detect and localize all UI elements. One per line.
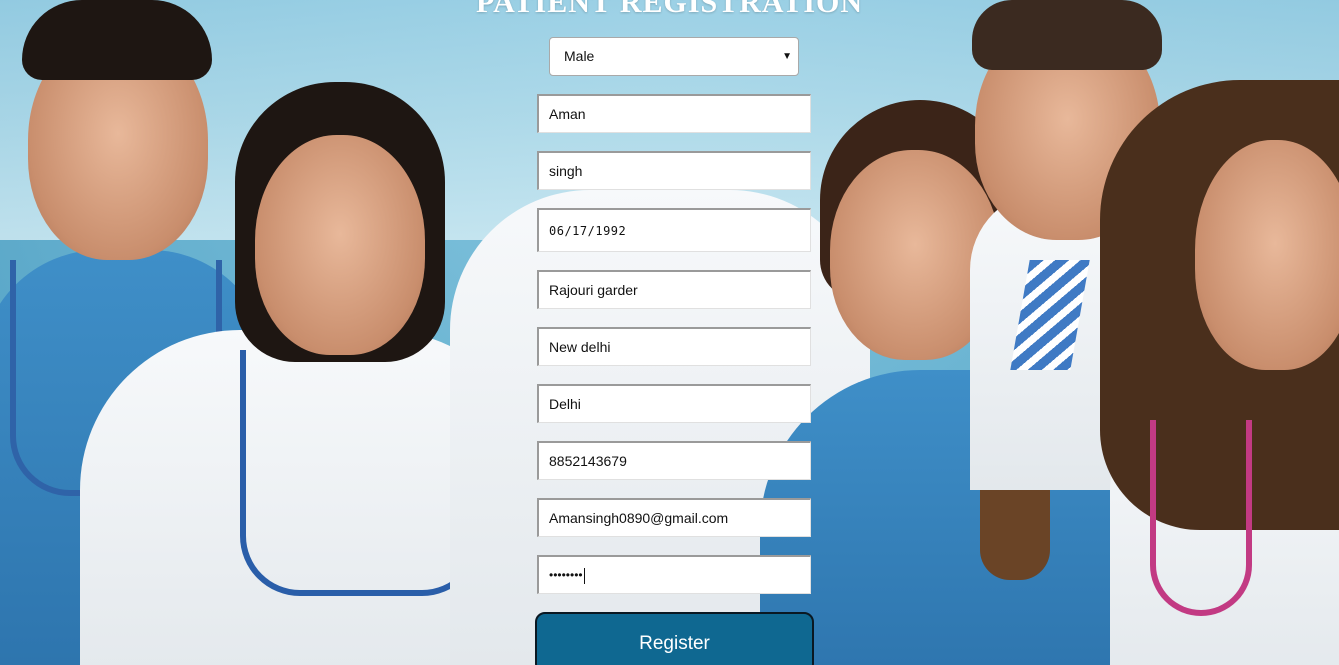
address-field[interactable]: Rajouri garder bbox=[537, 270, 811, 309]
city-field[interactable]: New delhi bbox=[537, 327, 811, 366]
chevron-down-icon: ▼ bbox=[782, 51, 792, 62]
password-field[interactable]: •••••••• bbox=[537, 555, 811, 594]
state-field[interactable]: Delhi bbox=[537, 384, 811, 423]
gender-select-value: Male bbox=[564, 48, 595, 64]
register-button[interactable]: Register bbox=[535, 612, 814, 665]
text-caret bbox=[583, 567, 585, 584]
last-name-field[interactable]: singh bbox=[537, 151, 811, 190]
date-of-birth-field[interactable]: 06/17/1992 bbox=[537, 208, 811, 252]
phone-field[interactable]: 8852143679 bbox=[537, 441, 811, 480]
password-value: •••••••• bbox=[549, 568, 583, 582]
gender-select[interactable]: Male ▼ bbox=[549, 37, 799, 76]
email-field[interactable]: Amansingh0890@gmail.com bbox=[537, 498, 811, 537]
first-name-field[interactable]: Aman bbox=[537, 94, 811, 133]
registration-form: Male ▼ Aman singh 06/17/1992 Rajouri gar… bbox=[0, 0, 1339, 665]
